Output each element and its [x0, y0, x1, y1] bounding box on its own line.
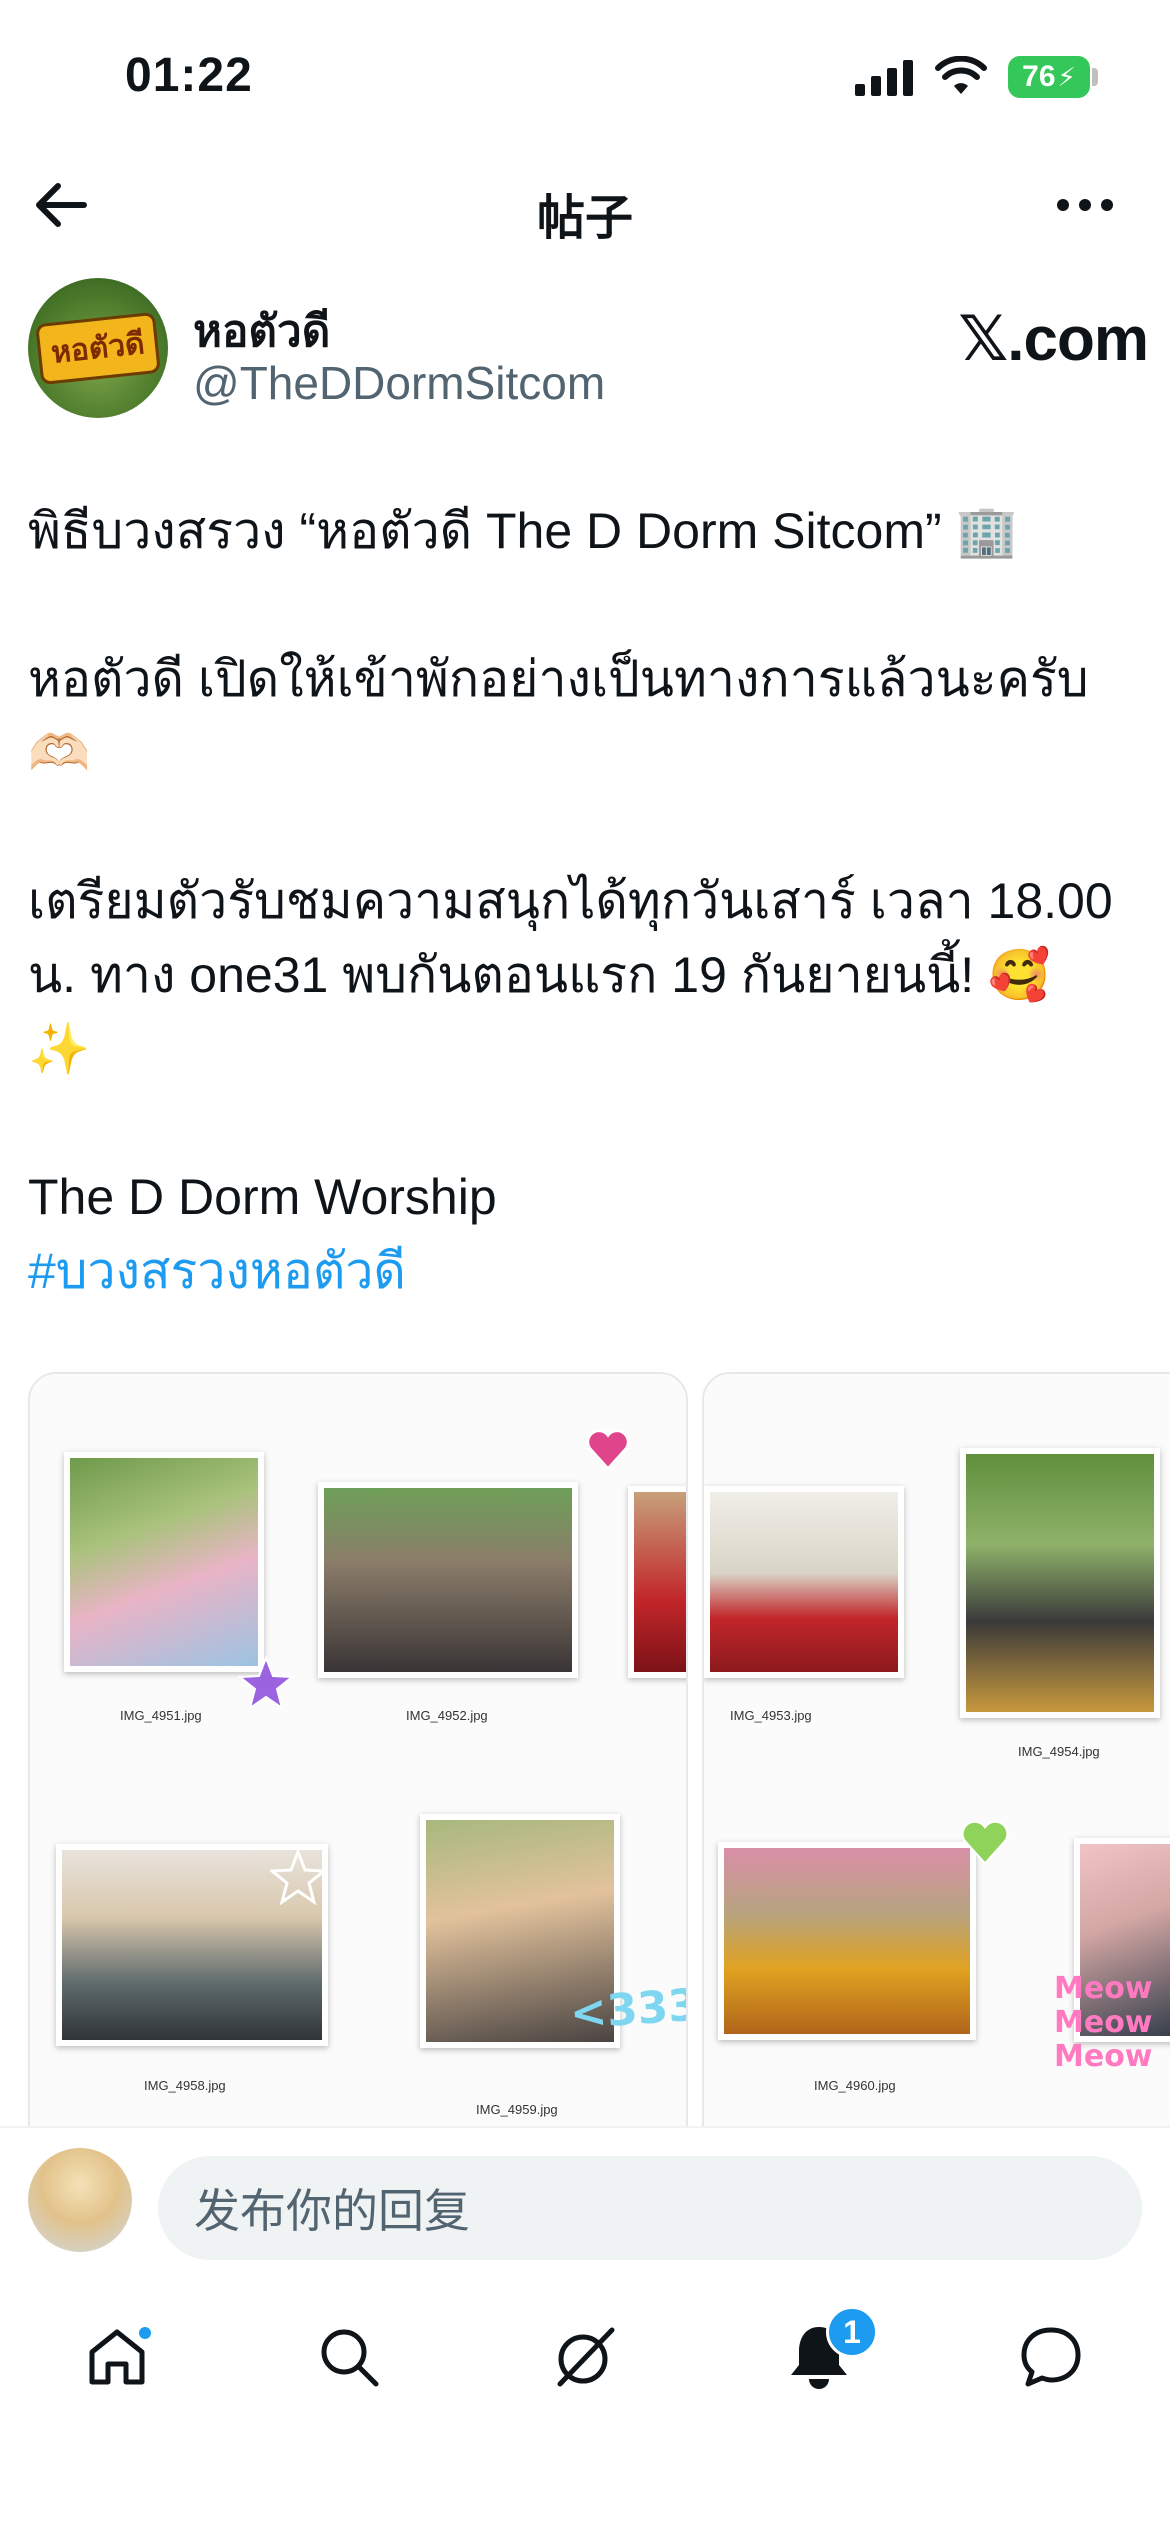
battery-tip [1092, 68, 1098, 86]
chat-bubble-icon [1021, 2327, 1081, 2387]
tab-grok[interactable] [540, 2312, 630, 2402]
photo-caption: IMG_4951.jpg [120, 1708, 202, 1723]
more-options-button[interactable] [1050, 172, 1120, 238]
post-emoji: ✨ [28, 1021, 91, 1077]
meow-sticker: Meow Meow Meow [1054, 1972, 1153, 2074]
post-emoji: 🫶🏻 [28, 725, 91, 781]
post-line: The D Dorm Worship [28, 1169, 497, 1225]
heart-sticker-icon [587, 1430, 629, 1470]
page-title: 帖子 [536, 192, 633, 245]
photo-thumbnail [960, 1448, 1160, 1718]
photo-caption: IMG_4958.jpg [144, 2078, 226, 2093]
meow-text: Meow [1054, 2039, 1153, 2074]
post-author: หอตัวดี หอตัวดี @TheDDormSitcom 𝕏.com [28, 278, 1149, 423]
star-outline-sticker-icon [270, 1850, 326, 1906]
post-text: พิธีบวงสรวง “หอตัวดี The D Dorm Sitcom” … [28, 494, 1148, 1308]
photo-thumbnail [628, 1486, 686, 1678]
bottom-tab-bar: 1 [0, 2276, 1170, 2532]
hashtag-link[interactable]: #บวงสรวงหอตัวดี [28, 1234, 1148, 1308]
photo-caption: IMG_4952.jpg [406, 1708, 488, 1723]
reply-input[interactable]: 发布你的回复 [158, 2156, 1142, 2260]
post-line: พิธีบวงสรวง “หอตัวดี The D Dorm Sitcom” … [28, 503, 1018, 559]
media-carousel[interactable]: IMG_4951.jpg IMG_4952.jpg IMG_4958.jpg I… [28, 1372, 1170, 2132]
battery-level: 76 [1022, 60, 1056, 93]
post-line: น. ทาง one31 พบกันตอนแรก 19 กันยายนนี้! … [28, 947, 1051, 1003]
post-line: เตรียมตัวรับชมความสนุกได้ทุกวันเสาร์ เวล… [28, 873, 1113, 929]
photo-thumbnail [718, 1842, 976, 2040]
notifications-badge: 1 [826, 2306, 878, 2358]
home-notification-dot [136, 2324, 154, 2342]
heart-sticker-icon [961, 1820, 1009, 1866]
status-time: 01:22 [125, 49, 253, 102]
avatar-logo: หอตัวดี [35, 311, 161, 385]
battery-icon: 76 ⚡ [1008, 56, 1090, 98]
x-com-watermark: 𝕏.com [958, 305, 1149, 374]
author-handle[interactable]: @TheDDormSitcom [193, 356, 605, 410]
tab-search[interactable] [304, 2312, 394, 2402]
photo-caption: IMG_4953.jpg [730, 1708, 812, 1723]
cellular-signal-icon [855, 60, 913, 96]
photo-caption: IMG_4959.jpg [476, 2102, 558, 2117]
media-image-2[interactable]: IMG_4953.jpg IMG_4954.jpg IMG_4960.jpg M… [702, 1372, 1170, 2132]
love-sticker-text: <333 [568, 1979, 688, 2040]
photo-thumbnail [318, 1482, 578, 1678]
status-bar: 01:22 76 ⚡ [0, 0, 1170, 150]
tab-messages[interactable] [1006, 2312, 1096, 2402]
meow-text: Meow [1054, 1971, 1153, 2006]
photo-thumbnail [704, 1486, 904, 1678]
author-avatar[interactable]: หอตัวดี [28, 278, 168, 418]
grok-icon [557, 2327, 615, 2387]
media-image-1[interactable]: IMG_4951.jpg IMG_4952.jpg IMG_4958.jpg I… [28, 1372, 688, 2132]
post-line: หอตัวดี เปิดให้เข้าพักอย่างเป็นทางการแล้… [28, 651, 1089, 707]
more-horizontal-icon [1057, 199, 1113, 211]
photo-thumbnail [64, 1452, 264, 1672]
top-nav: 帖子 [0, 160, 1170, 250]
star-sticker-icon [238, 1656, 294, 1711]
reply-bar: 发布你的回复 [0, 2126, 1170, 2276]
photo-caption: IMG_4954.jpg [1018, 1744, 1100, 1759]
meow-text: Meow [1054, 2005, 1153, 2040]
current-user-avatar[interactable] [28, 2148, 132, 2252]
photo-caption: IMG_4960.jpg [814, 2078, 896, 2093]
wifi-icon [935, 56, 987, 94]
search-icon [321, 2329, 379, 2387]
